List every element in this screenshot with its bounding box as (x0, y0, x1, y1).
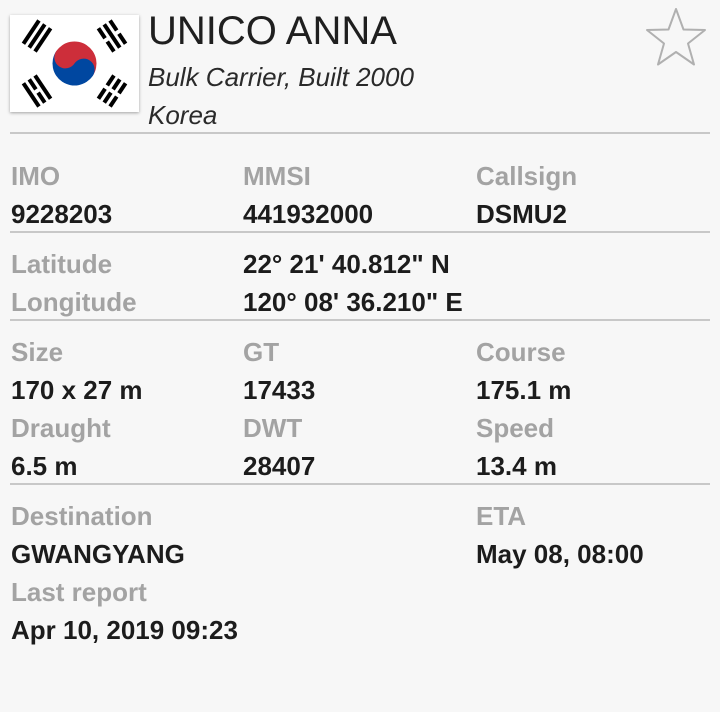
vessel-country: Korea (148, 100, 218, 130)
course-label: Course (476, 337, 566, 367)
dwt-value: 28407 (243, 451, 316, 481)
mmsi-value: 441932000 (243, 199, 374, 229)
draught-label: Draught (11, 413, 111, 443)
imo-label: IMO (11, 161, 61, 191)
draught-value: 6.5 m (11, 451, 78, 481)
size-label: Size (11, 337, 64, 367)
vessel-type-built: Bulk Carrier, Built 2000 (148, 62, 414, 92)
course-value: 175.1 m (476, 375, 572, 405)
size-value: 170 x 27 m (11, 375, 143, 405)
callsign-value: DSMU2 (476, 199, 568, 229)
vessel-name: UNICO ANNA (148, 9, 397, 53)
eta-label: ETA (476, 501, 527, 531)
divider (10, 483, 710, 485)
latitude-value: 22° 21' 40.812" N (243, 249, 450, 279)
divider (10, 132, 710, 134)
longitude-label: Longitude (11, 287, 137, 317)
eta-value: May 08, 08:00 (476, 539, 644, 569)
longitude-value: 120° 08' 36.210" E (243, 287, 463, 317)
destination-value: GWANGYANG (11, 539, 185, 569)
star-outline-icon[interactable] (644, 6, 708, 68)
latitude-label: Latitude (11, 249, 113, 279)
dwt-label: DWT (243, 413, 303, 443)
south-korea-flag-icon (10, 15, 139, 112)
last-report-label: Last report (11, 577, 147, 607)
gt-value: 17433 (243, 375, 316, 405)
destination-label: Destination (11, 501, 153, 531)
speed-value: 13.4 m (476, 451, 557, 481)
divider (10, 319, 710, 321)
callsign-label: Callsign (476, 161, 578, 191)
last-report-value: Apr 10, 2019 09:23 (11, 615, 238, 645)
divider (10, 231, 710, 233)
speed-label: Speed (476, 413, 555, 443)
gt-label: GT (243, 337, 280, 367)
imo-value: 9228203 (11, 199, 113, 229)
mmsi-label: MMSI (243, 161, 311, 191)
